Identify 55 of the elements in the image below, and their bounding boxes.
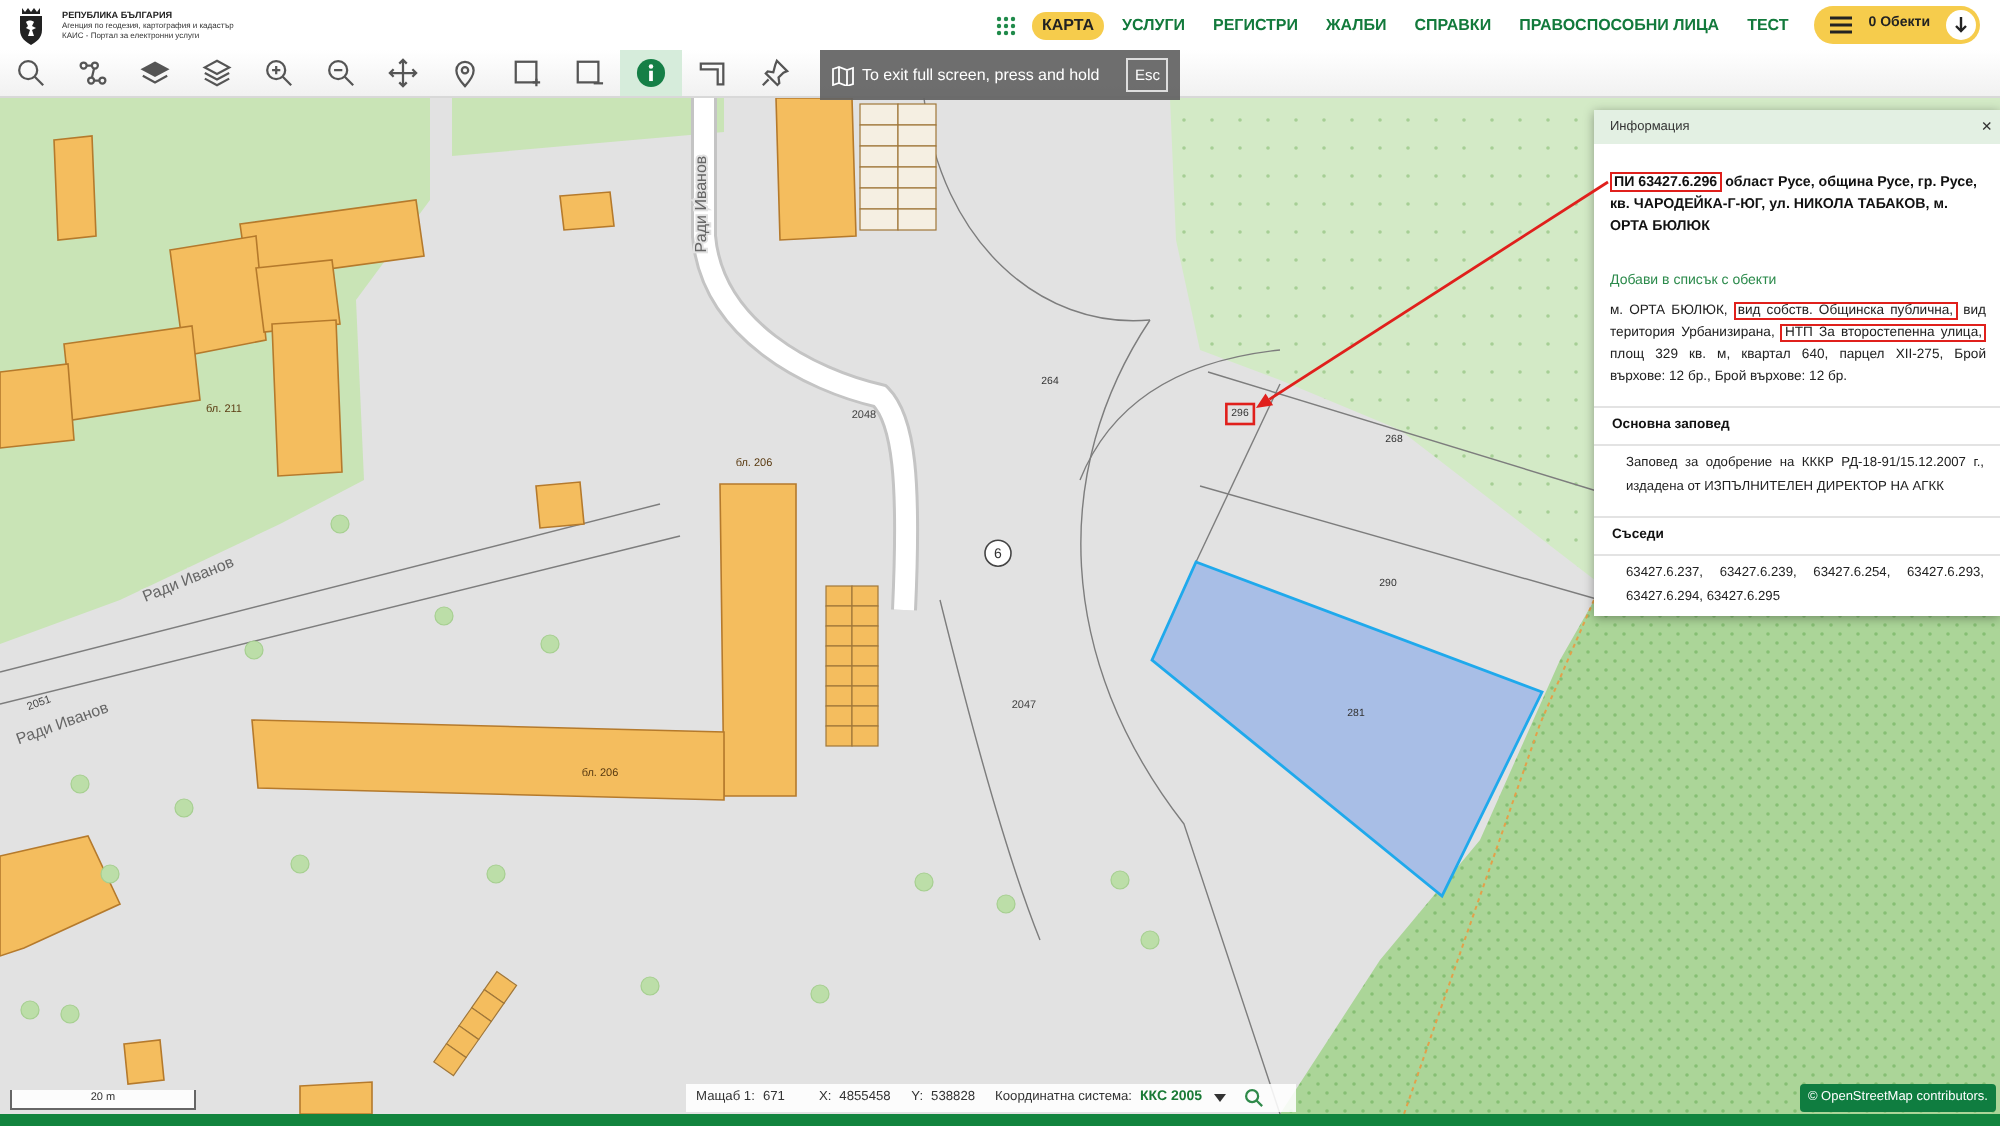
nav-link[interactable]: ТЕСТ xyxy=(1737,11,1799,39)
tree-marker xyxy=(70,774,90,794)
nav-link[interactable]: СПРАВКИ xyxy=(1404,11,1502,39)
tree-marker xyxy=(330,514,350,534)
tree-marker xyxy=(100,864,120,884)
map-pin-icon xyxy=(450,58,480,88)
folded-map-icon xyxy=(832,65,854,85)
tree-marker xyxy=(1110,870,1130,890)
building xyxy=(0,835,122,958)
move-icon xyxy=(388,58,418,88)
building xyxy=(775,98,857,241)
corner-icon xyxy=(698,58,728,88)
street-label: Ради Иванов xyxy=(692,155,710,253)
search-button[interactable] xyxy=(1242,1086,1267,1110)
nav-link[interactable]: ЖАЛБИ xyxy=(1316,11,1397,39)
nav-link[interactable]: КАРТА xyxy=(1031,11,1105,39)
tree-marker xyxy=(20,1000,40,1020)
search-icon xyxy=(1244,1088,1265,1108)
pushpin-icon xyxy=(760,58,790,88)
garage-row xyxy=(859,103,937,231)
tree-marker xyxy=(810,984,830,1004)
tree-marker xyxy=(434,606,454,626)
zoom-in-icon xyxy=(264,58,294,88)
tree-marker xyxy=(640,976,660,996)
street-label: Ради Иванов xyxy=(139,552,237,606)
info-tool-button[interactable] xyxy=(620,50,682,96)
nav-link[interactable]: ПРАВОСПОСОБНИ ЛИЦА xyxy=(1509,11,1730,39)
emblem-icon xyxy=(16,5,46,45)
square-minus-icon xyxy=(574,58,604,88)
garage-row xyxy=(432,970,518,1077)
building xyxy=(53,135,97,241)
layers-icon xyxy=(202,58,232,88)
info-icon xyxy=(636,58,666,88)
tree-marker xyxy=(290,854,310,874)
tree-marker xyxy=(996,894,1016,914)
nodes-icon xyxy=(78,58,108,88)
square-icon xyxy=(512,58,542,88)
zoom-out-icon xyxy=(326,58,356,88)
nav-link[interactable]: УСЛУГИ xyxy=(1112,11,1195,39)
building xyxy=(123,1039,165,1085)
tree-marker xyxy=(1140,930,1160,950)
close-button[interactable]: × xyxy=(1981,118,1992,136)
apps-grid-icon xyxy=(995,15,1016,35)
nav-link[interactable]: РЕГИСТРИ xyxy=(1202,11,1308,39)
notice-text: To exit full screen, press and hold xyxy=(862,63,1100,87)
tree-marker xyxy=(486,864,506,884)
tree-marker xyxy=(174,798,194,818)
menu-icon xyxy=(1830,16,1853,34)
search-icon xyxy=(16,58,46,88)
stack-icon xyxy=(140,58,170,88)
tree-marker xyxy=(914,872,934,892)
caret-icon xyxy=(1214,1094,1227,1102)
tree-marker xyxy=(244,640,264,660)
tree-marker xyxy=(60,1004,80,1024)
tree-marker xyxy=(540,634,560,654)
